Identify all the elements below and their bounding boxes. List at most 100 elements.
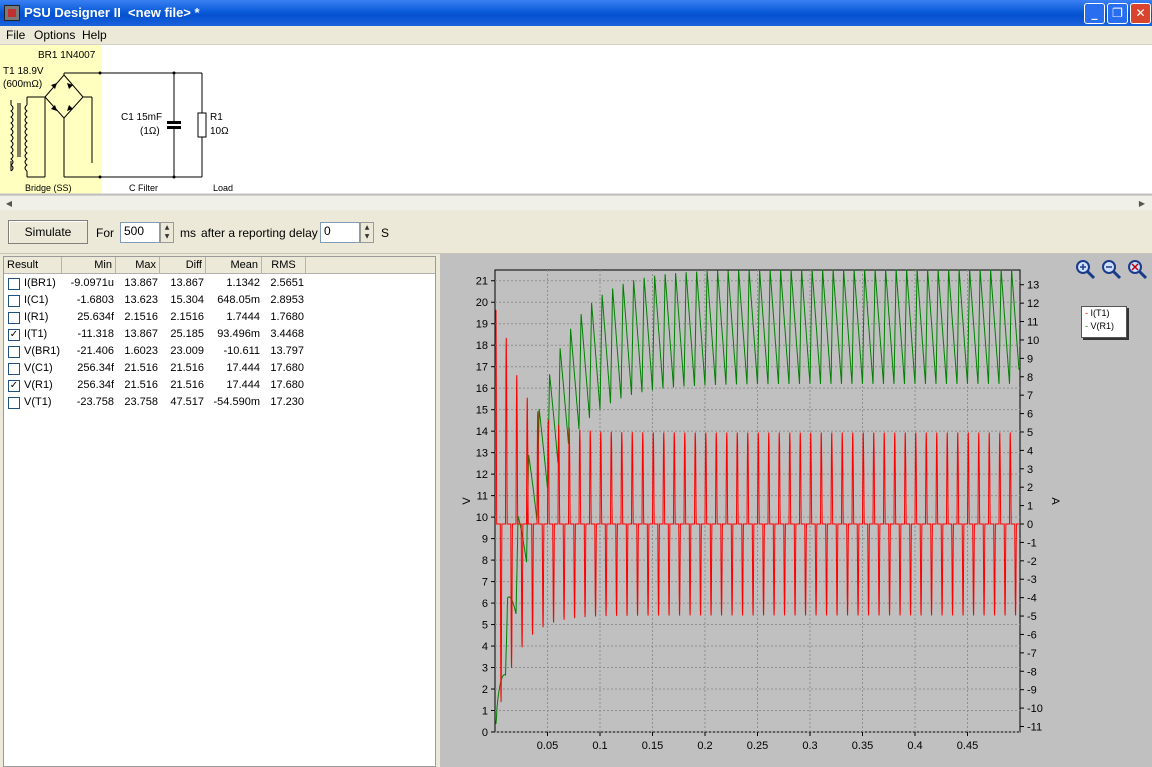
cell-max: 21.516 xyxy=(124,379,158,391)
y2-tick-label: 2 xyxy=(1027,482,1033,494)
y2-tick-label: 4 xyxy=(1027,445,1033,457)
row-checkbox[interactable]: ✓ xyxy=(8,380,20,392)
cell-rms: 2.5651 xyxy=(270,277,304,289)
table-row[interactable]: V(C1) 256.34f 21.516 21.516 17.444 17.680 xyxy=(4,360,435,377)
waveform-chart[interactable]: 0123456789101112131415161718192021-11-10… xyxy=(440,254,1152,767)
app-icon[interactable] xyxy=(4,5,20,21)
menu-options[interactable]: Options xyxy=(34,28,75,42)
col-min[interactable]: Min xyxy=(62,257,116,273)
row-checkbox[interactable] xyxy=(8,346,20,358)
y2-tick-label: 9 xyxy=(1027,353,1033,365)
zoom-reset-icon[interactable] xyxy=(1126,258,1148,280)
y-tick-label: 2 xyxy=(482,684,488,696)
table-row[interactable]: I(BR1) -9.0971u 13.867 13.867 1.1342 2.5651 xyxy=(4,275,435,292)
cell-mean: 648.05m xyxy=(217,294,260,306)
duration-stepper[interactable]: ▲ ▼ xyxy=(160,222,174,243)
zoom-out-icon[interactable] xyxy=(1100,258,1122,280)
menu-help[interactable]: Help xyxy=(82,28,107,42)
cell-min: 25.634f xyxy=(77,311,114,323)
stepper-down-icon[interactable]: ▼ xyxy=(361,232,373,241)
cell-max: 1.6023 xyxy=(124,345,158,357)
menu-bar: File Options Help xyxy=(0,26,1152,45)
resistor-label: R1 xyxy=(210,112,223,123)
y2-tick-label: 8 xyxy=(1027,372,1033,384)
y-tick-label: 9 xyxy=(482,534,488,546)
col-max[interactable]: Max xyxy=(116,257,160,273)
cell-diff: 13.867 xyxy=(170,277,204,289)
cell-diff: 21.516 xyxy=(170,362,204,374)
cell-min: 256.34f xyxy=(77,379,114,391)
col-mean[interactable]: Mean xyxy=(206,257,262,273)
col-rms[interactable]: RMS xyxy=(262,257,306,273)
y2-tick-label: -6 xyxy=(1027,629,1037,641)
y-tick-label: 6 xyxy=(482,598,488,610)
x-tick-label: 0.05 xyxy=(537,740,558,752)
horizontal-scrollbar[interactable]: ◀ ▶ xyxy=(0,195,1152,210)
y2-tick-label: -2 xyxy=(1027,556,1037,568)
duration-input[interactable]: 500 xyxy=(120,222,160,243)
y-tick-label: 10 xyxy=(476,512,488,524)
cell-max: 21.516 xyxy=(124,362,158,374)
scroll-left-icon[interactable]: ◀ xyxy=(2,197,16,210)
maximize-button[interactable]: ❐ xyxy=(1107,3,1128,24)
window-title: PSU Designer II <new file> * xyxy=(24,5,200,20)
stage-bridge-label: Bridge (SS) xyxy=(25,183,72,193)
row-checkbox[interactable] xyxy=(8,295,20,307)
cell-rms: 17.680 xyxy=(270,379,304,391)
x-tick-label: 0.35 xyxy=(852,740,873,752)
row-checkbox[interactable]: ✓ xyxy=(8,329,20,341)
zoom-in-icon[interactable] xyxy=(1074,258,1096,280)
cell-diff: 2.1516 xyxy=(170,311,204,323)
results-header: Result Min Max Diff Mean RMS xyxy=(4,257,435,274)
table-row[interactable]: ✓ I(T1) -11.318 13.867 25.185 93.496m 3.4468 xyxy=(4,326,435,343)
table-row[interactable]: I(R1) 25.634f 2.1516 2.1516 1.7444 1.7680 xyxy=(4,309,435,326)
circuit-diagram xyxy=(0,45,1152,194)
table-row[interactable]: V(BR1) -21.406 1.6023 23.009 -10.611 13.797 xyxy=(4,343,435,360)
table-row[interactable]: ✓ V(R1) 256.34f 21.516 21.516 17.444 17.680 xyxy=(4,377,435,394)
y2-tick-label: 0 xyxy=(1027,519,1033,531)
transformer-resistance: (600mΩ) xyxy=(3,79,43,90)
results-table: Result Min Max Diff Mean RMS I(BR1) -9.09… xyxy=(3,256,436,767)
cell-diff: 15.304 xyxy=(170,294,204,306)
col-diff[interactable]: Diff xyxy=(160,257,206,273)
stepper-up-icon[interactable]: ▲ xyxy=(161,223,173,232)
cell-rms: 3.4468 xyxy=(270,328,304,340)
delay-input[interactable]: 0 xyxy=(320,222,360,243)
y-tick-label: 3 xyxy=(482,663,488,675)
y-axis-label: V xyxy=(461,497,473,505)
y-tick-label: 16 xyxy=(476,383,488,395)
cell-max: 13.623 xyxy=(124,294,158,306)
x-tick-label: 0.25 xyxy=(747,740,768,752)
for-label: For xyxy=(96,226,114,240)
menu-file[interactable]: File xyxy=(6,28,25,42)
schematic-panel[interactable]: BR1 1N4007 T1 18.9V (600mΩ) C1 15mF (1Ω)… xyxy=(0,45,1152,195)
y2-tick-label: 7 xyxy=(1027,390,1033,402)
row-checkbox[interactable] xyxy=(8,363,20,375)
minimize-button[interactable]: _ xyxy=(1084,3,1105,24)
stepper-up-icon[interactable]: ▲ xyxy=(361,223,373,232)
stepper-down-icon[interactable]: ▼ xyxy=(161,232,173,241)
row-checkbox[interactable] xyxy=(8,312,20,324)
y-tick-label: 13 xyxy=(476,448,488,460)
title-bar[interactable]: PSU Designer II <new file> * _ ❐ ✕ xyxy=(0,0,1152,26)
y-tick-label: 17 xyxy=(476,362,488,374)
table-row[interactable]: I(C1) -1.6803 13.623 15.304 648.05m 2.8953 xyxy=(4,292,435,309)
legend-label-voltage: V(R1) xyxy=(1090,321,1115,331)
table-row[interactable]: V(T1) -23.758 23.758 47.517 -54.590m 17.230 xyxy=(4,394,435,411)
scroll-right-icon[interactable]: ▶ xyxy=(1135,197,1149,210)
delay-stepper[interactable]: ▲ ▼ xyxy=(360,222,374,243)
simulate-button[interactable]: Simulate xyxy=(8,220,88,244)
y-tick-label: 7 xyxy=(482,577,488,589)
row-checkbox[interactable] xyxy=(8,397,20,409)
close-button[interactable]: ✕ xyxy=(1130,3,1151,24)
row-checkbox[interactable] xyxy=(8,278,20,290)
y-tick-label: 11 xyxy=(477,491,488,503)
cell-min: -1.6803 xyxy=(76,294,114,306)
graph-panel: 0 1 2 3 4 5 6 7 8 9 10 11 12 13 14 15 16 17 18 19 20 21 -11 -10… xyxy=(440,254,1152,767)
chart-legend: - I(T1) - V(R1) xyxy=(1081,306,1127,338)
y2-tick-label: -3 xyxy=(1027,574,1037,586)
col-result[interactable]: Result xyxy=(4,257,62,273)
y-tick-label: 14 xyxy=(476,426,488,438)
y2-tick-label: 12 xyxy=(1027,298,1039,310)
x-tick-label: 0.1 xyxy=(592,740,607,752)
